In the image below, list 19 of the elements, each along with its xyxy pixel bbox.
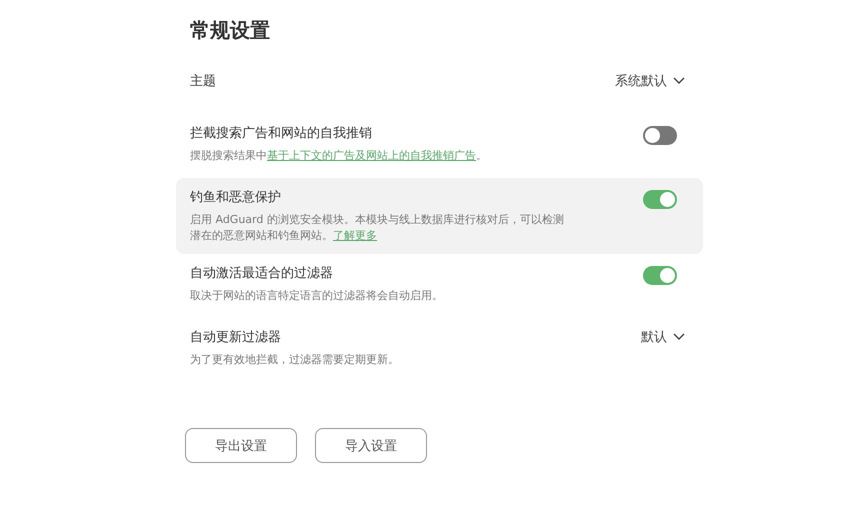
setting-label: 主题 bbox=[190, 73, 216, 91]
setting-label: 钓鱼和恶意保护 bbox=[190, 189, 282, 207]
setting-label: 自动激活最适合的过滤器 bbox=[190, 265, 334, 283]
toggle-switch[interactable] bbox=[643, 190, 677, 209]
toggle-switch[interactable] bbox=[643, 126, 677, 145]
setting-description: 启用 AdGuard 的浏览安全模块。本模块与线上数据库进行核对后，可以检测潜在的恶意网站和钓鱼网站。了解更多 bbox=[190, 212, 565, 244]
setting-label: 自动更新过滤器 bbox=[190, 329, 282, 347]
dropdown-select[interactable]: 默认 bbox=[641, 328, 685, 346]
dropdown-select[interactable]: 系统默认 bbox=[615, 72, 685, 90]
toggle-switch[interactable] bbox=[643, 266, 677, 285]
setting-description: 取决于网站的语言特定语言的过滤器将会自动启用。 bbox=[190, 288, 443, 304]
import-button[interactable]: 导入设置 bbox=[315, 428, 427, 463]
page-title: 常规设置 bbox=[190, 17, 271, 44]
setting-description: 摆脱搜索结果中基于上下文的广告及网站上的自我推销广告。 bbox=[190, 148, 487, 164]
export-button[interactable]: 导出设置 bbox=[185, 428, 297, 463]
chevron-down-icon bbox=[673, 77, 685, 85]
setting-description: 为了更有效地拦截，过滤器需要定期更新。 bbox=[190, 352, 399, 368]
chevron-down-icon bbox=[673, 333, 685, 341]
setting-label: 拦截搜索广告和网站的自我推销 bbox=[190, 125, 373, 143]
